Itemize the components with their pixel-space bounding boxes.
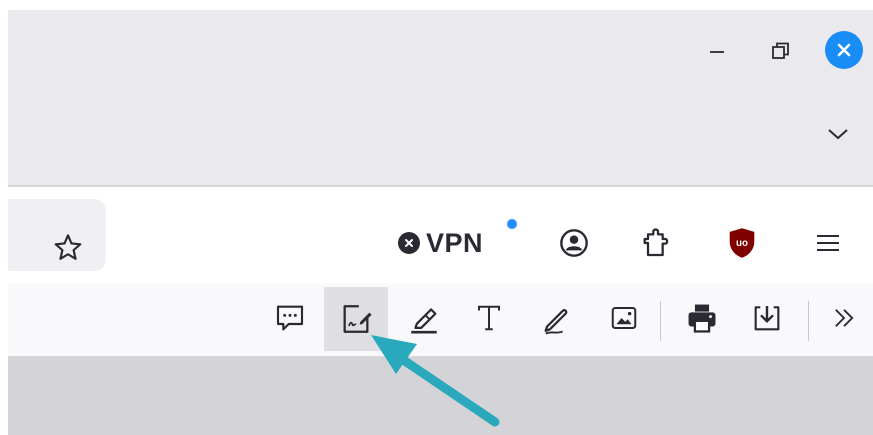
browser-window: VPN uo xyxy=(8,10,873,435)
annotation-arrow xyxy=(371,335,500,427)
